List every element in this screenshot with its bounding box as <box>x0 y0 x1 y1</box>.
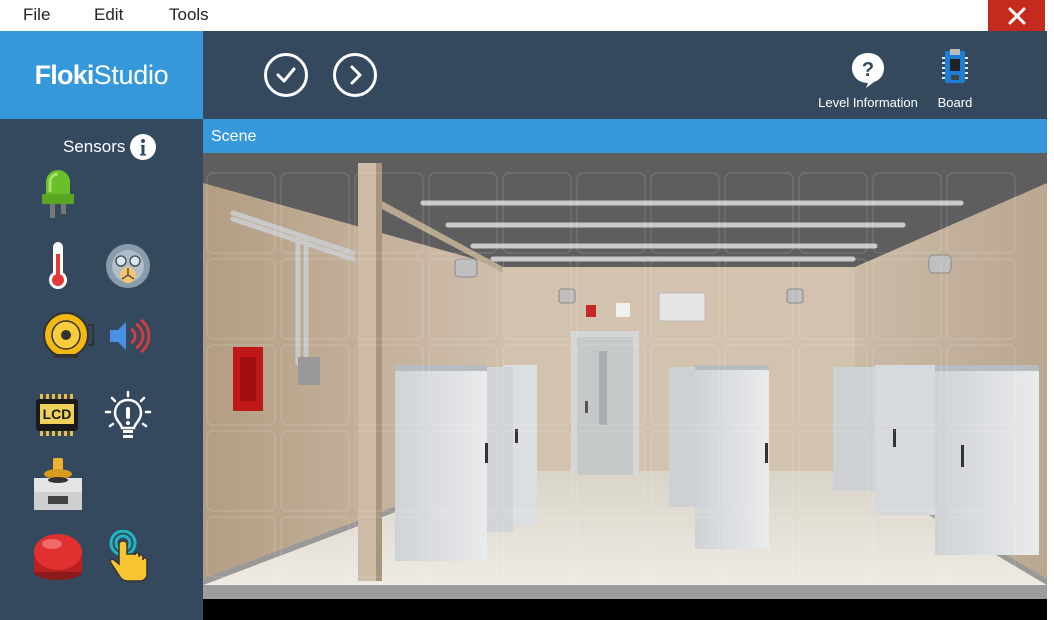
scene-view[interactable] <box>203 153 1047 599</box>
next-button[interactable] <box>333 53 377 97</box>
menu-bar: File Edit Tools <box>0 0 1054 31</box>
close-icon <box>1008 7 1025 24</box>
scene-title: Scene <box>211 128 257 145</box>
check-button[interactable] <box>264 53 308 97</box>
check-icon <box>276 67 296 83</box>
cabinet-center <box>695 365 769 549</box>
level-info-button[interactable]: ? Level Information <box>812 51 924 113</box>
logo-panel: FlokiStudio <box>0 31 203 119</box>
level-info-label: Level Information <box>818 95 918 110</box>
bell-icon[interactable] <box>40 310 96 360</box>
touch-icon[interactable] <box>106 530 152 582</box>
app-logo: FlokiStudio <box>35 60 169 91</box>
thermometer-icon[interactable] <box>46 240 70 290</box>
speaker-icon[interactable] <box>108 318 150 354</box>
board-icon <box>942 49 968 83</box>
menu-edit[interactable]: Edit <box>94 5 123 25</box>
sensors-sidebar <box>0 119 203 620</box>
chevron-right-icon <box>350 65 362 85</box>
info-icon <box>140 139 146 156</box>
question-bubble-icon: ? <box>852 53 884 88</box>
cabinet-right <box>935 365 1039 555</box>
logo-studio: Studio <box>93 59 169 90</box>
junction-box <box>298 357 320 385</box>
joystick-icon[interactable] <box>32 458 84 512</box>
svg-text:?: ? <box>862 59 874 81</box>
sensors-title: Sensors <box>63 137 126 156</box>
menu-file[interactable]: File <box>23 5 50 25</box>
logo-floki: Floki <box>34 59 95 90</box>
board-button[interactable]: Board <box>932 49 978 113</box>
scene-header <box>203 119 1047 153</box>
gas-sensor-icon[interactable] <box>103 241 153 291</box>
partition-wall <box>358 163 376 581</box>
close-button[interactable] <box>988 0 1045 31</box>
lcd-button[interactable]: LCD <box>34 394 80 436</box>
info-button[interactable] <box>130 134 156 160</box>
lcd-text: LCD <box>42 406 72 422</box>
lightbulb-icon[interactable] <box>104 390 152 442</box>
menu-tools[interactable]: Tools <box>169 5 209 25</box>
led-icon[interactable] <box>38 170 78 222</box>
scene-bottom-bar <box>203 599 1047 620</box>
board-label: Board <box>937 95 973 110</box>
cabinet-left <box>395 365 487 561</box>
scene-illustration <box>203 153 1047 599</box>
red-button-icon[interactable] <box>32 530 84 582</box>
window-edge <box>1047 31 1054 620</box>
